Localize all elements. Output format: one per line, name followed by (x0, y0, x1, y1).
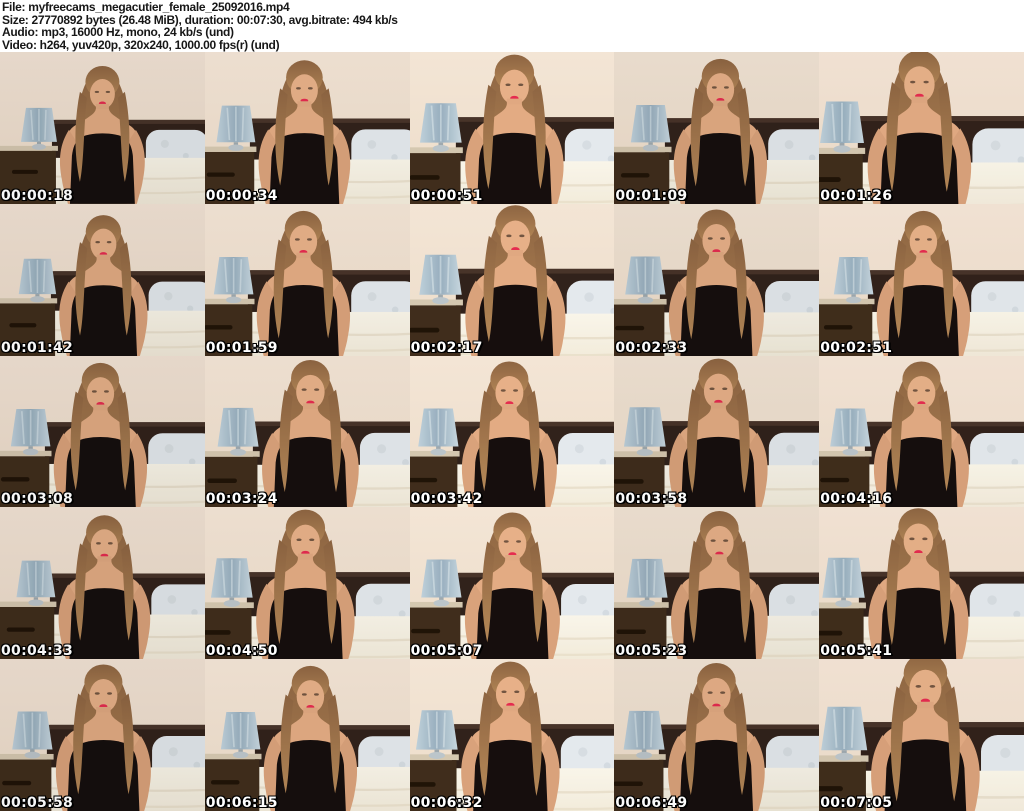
video-frame-thumbnail: 00:01:26 (819, 52, 1024, 204)
video-frame-thumbnail: 00:04:50 (204, 507, 410, 660)
frame-scene (204, 507, 410, 660)
video-frame-thumbnail: 00:01:59 (204, 203, 410, 356)
thumbnail-grid: 00:00:18 00:00:34 00:00:51 00:01:09 00:0… (0, 52, 1024, 811)
video-frame-thumbnail: 00:04:33 (0, 507, 205, 660)
frame-timestamp: 00:00:18 (1, 187, 74, 204)
frame-scene (409, 203, 615, 356)
frame-timestamp: 00:02:17 (410, 339, 483, 356)
frame-timestamp: 00:02:33 (615, 339, 688, 356)
frame-scene (614, 203, 820, 356)
video-frame-thumbnail: 00:06:49 (614, 659, 820, 811)
video-frame-thumbnail: 00:03:42 (409, 355, 615, 508)
frame-scene (614, 507, 820, 660)
video-frame-thumbnail: 00:00:51 (409, 52, 615, 204)
frame-scene (0, 355, 205, 508)
video-frame-thumbnail: 00:05:41 (819, 507, 1024, 660)
frame-timestamp: 00:04:16 (820, 491, 893, 508)
frame-scene (204, 355, 410, 508)
frame-timestamp: 00:07:05 (820, 794, 893, 811)
frame-timestamp: 00:05:58 (1, 794, 74, 811)
frame-timestamp: 00:00:34 (205, 187, 278, 204)
video-frame-thumbnail: 00:06:32 (409, 659, 615, 811)
video-frame-thumbnail: 00:02:17 (409, 203, 615, 356)
frame-timestamp: 00:01:09 (615, 187, 688, 204)
frame-scene (409, 507, 615, 660)
frame-scene (0, 659, 205, 811)
frame-scene (614, 355, 820, 508)
frame-scene (819, 507, 1024, 660)
video-frame-thumbnail: 00:02:51 (819, 203, 1024, 356)
frame-scene (819, 52, 1024, 204)
frame-timestamp: 00:00:51 (410, 187, 483, 204)
frame-timestamp: 00:03:42 (410, 491, 483, 508)
frame-scene (614, 659, 820, 811)
video-info-line: Video: h264, yuv420p, 320x240, 1000.00 f… (2, 38, 280, 53)
video-frame-thumbnail: 00:05:58 (0, 659, 205, 811)
video-frame-thumbnail: 00:05:23 (614, 507, 820, 660)
frame-timestamp: 00:04:50 (205, 643, 278, 660)
video-frame-thumbnail: 00:05:07 (409, 507, 615, 660)
frame-timestamp: 00:01:26 (820, 187, 893, 204)
frame-scene (0, 203, 205, 356)
frame-scene (0, 507, 205, 660)
video-frame-thumbnail: 00:03:24 (204, 355, 410, 508)
frame-timestamp: 00:02:51 (820, 339, 893, 356)
video-frame-thumbnail: 00:01:42 (0, 203, 205, 356)
video-frame-thumbnail: 00:06:15 (204, 659, 410, 811)
frame-timestamp: 00:06:49 (615, 794, 688, 811)
frame-scene (614, 52, 820, 204)
frame-scene (204, 659, 410, 811)
video-frame-thumbnail: 00:02:33 (614, 203, 820, 356)
video-frame-thumbnail: 00:07:05 (819, 659, 1024, 811)
frame-scene (204, 52, 410, 204)
frame-timestamp: 00:01:59 (205, 339, 278, 356)
frame-timestamp: 00:05:07 (410, 643, 483, 660)
video-frame-thumbnail: 00:00:18 (0, 52, 205, 204)
video-frame-thumbnail: 00:03:08 (0, 355, 205, 508)
frame-timestamp: 00:06:15 (205, 794, 278, 811)
file-name-line: File: myfreecams_megacutier_female_25092… (2, 0, 290, 14)
frame-timestamp: 00:03:24 (205, 491, 278, 508)
frame-scene (0, 52, 205, 204)
video-frame-thumbnail: 00:03:58 (614, 355, 820, 508)
frame-scene (409, 659, 615, 811)
video-frame-thumbnail: 00:00:34 (204, 52, 410, 204)
video-frame-thumbnail: 00:01:09 (614, 52, 820, 204)
video-frame-thumbnail: 00:04:16 (819, 355, 1024, 508)
frame-timestamp: 00:04:33 (1, 643, 74, 660)
frame-scene (819, 203, 1024, 356)
frame-scene (409, 355, 615, 508)
frame-scene (409, 52, 615, 204)
frame-timestamp: 00:03:08 (1, 491, 74, 508)
video-contact-sheet: File: myfreecams_megacutier_female_25092… (0, 0, 1024, 811)
frame-timestamp: 00:03:58 (615, 491, 688, 508)
frame-scene (204, 203, 410, 356)
frame-scene (819, 659, 1024, 811)
frame-timestamp: 00:05:23 (615, 643, 688, 660)
frame-scene (819, 355, 1024, 508)
file-metadata-header: File: myfreecams_megacutier_female_25092… (0, 0, 1024, 52)
frame-timestamp: 00:06:32 (410, 794, 483, 811)
frame-timestamp: 00:05:41 (820, 643, 893, 660)
frame-timestamp: 00:01:42 (1, 339, 74, 356)
